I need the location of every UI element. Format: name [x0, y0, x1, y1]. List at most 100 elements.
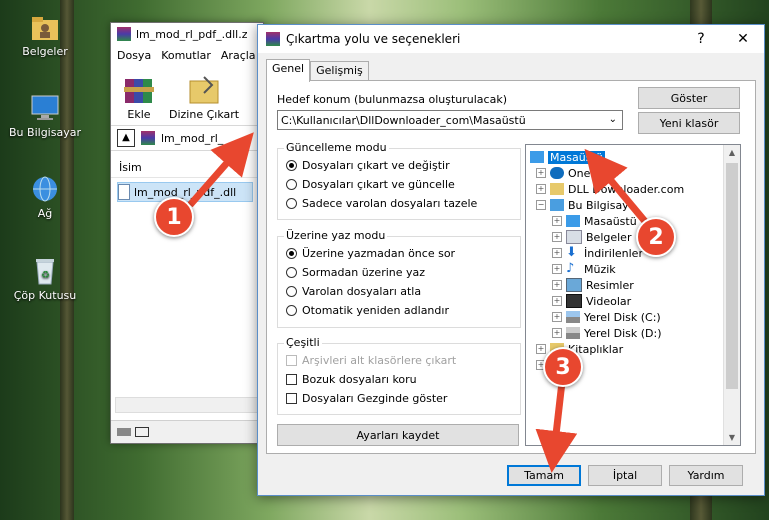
dest-path-combobox[interactable]: C:\Kullanıcılar\DllDownloader_com\Masaüs…	[277, 110, 623, 130]
drive-icon	[566, 311, 580, 323]
tree-node-masaustu-root[interactable]: Masaüstü	[530, 149, 605, 165]
update-option-refresh[interactable]: Sadece varolan dosyaları tazele	[286, 197, 477, 210]
expand-icon[interactable]: +	[552, 232, 562, 242]
dialog-titlebar: Çıkartma yolu ve seçenekleri ? ✕	[258, 25, 764, 53]
update-option-extract-replace[interactable]: Dosyaları çıkart ve değiştir	[286, 159, 450, 172]
close-icon[interactable]: ✕	[722, 31, 764, 47]
documents-icon	[566, 230, 582, 244]
overwrite-option-ask[interactable]: Üzerine yazmadan önce sor	[286, 247, 455, 260]
radio[interactable]	[286, 286, 297, 297]
ok-button[interactable]: Tamam	[507, 465, 581, 486]
expand-icon[interactable]: +	[552, 264, 562, 274]
menu-dosya[interactable]: Dosya	[117, 49, 151, 62]
user-folder-icon	[550, 183, 564, 195]
horizontal-scrollbar[interactable]	[115, 397, 259, 413]
desktop-icon-label: Çöp Kutusu	[13, 289, 77, 302]
scroll-down-icon[interactable]: ▼	[724, 433, 740, 442]
tree-node-resimler[interactable]: + Resimler	[552, 277, 634, 293]
overwrite-option-without-ask[interactable]: Sormadan üzerine yaz	[286, 266, 425, 279]
expand-icon[interactable]: +	[552, 296, 562, 306]
add-button[interactable]: Ekle	[121, 73, 157, 125]
menu-araclar[interactable]: Araçla	[221, 49, 256, 62]
column-header-name[interactable]: İsim	[111, 157, 263, 178]
expand-icon[interactable]: +	[552, 216, 562, 226]
address-text[interactable]: lm_mod_rl_	[161, 132, 223, 145]
tree-node-masaustu[interactable]: + Masaüstü	[552, 213, 637, 229]
tree-node-muzik[interactable]: + ♪ Müzik	[552, 261, 616, 277]
scroll-up-icon[interactable]: ▲	[724, 148, 740, 157]
expand-icon[interactable]: +	[552, 280, 562, 290]
file-name: lm_mod_rl_pdf_.dll	[134, 185, 237, 199]
up-folder-icon[interactable]: ▲	[117, 129, 135, 147]
radio-selected[interactable]	[286, 160, 297, 171]
drive-icon	[566, 327, 580, 339]
winrar-statusbar	[111, 420, 269, 443]
help-button[interactable]: Yardım	[669, 465, 743, 486]
tree-node-label: Müzik	[584, 262, 616, 276]
new-folder-button[interactable]: Yeni klasör	[638, 112, 740, 134]
dest-path-value: C:\Kullanıcılar\DllDownloader_com\Masaüs…	[281, 113, 526, 127]
tree-node-onedrive[interactable]: + OneD	[536, 165, 599, 181]
annotation-badge-3: 3	[543, 347, 583, 387]
tree-node-dll-downloader[interactable]: + DLL Downloader.com	[536, 181, 684, 197]
folder-tree[interactable]: Masaüstü + OneD + DLL Downloader.com − B…	[525, 144, 741, 446]
overwrite-option-skip[interactable]: Varolan dosyaları atla	[286, 285, 421, 298]
radio[interactable]	[286, 305, 297, 316]
tree-node-disk-d[interactable]: + Yerel Disk (D:)	[552, 325, 662, 341]
tree-node-label: Resimler	[586, 278, 634, 292]
desktop-icon-bu-bilgisayar[interactable]: Bu Bilgisayar	[6, 93, 84, 139]
save-settings-button[interactable]: Ayarları kaydet	[277, 424, 519, 446]
tree-node-indirilenler[interactable]: + ⬇ İndirilenler	[552, 245, 643, 261]
radio[interactable]	[286, 198, 297, 209]
radio[interactable]	[286, 179, 297, 190]
extract-to-button[interactable]: Dizine Çıkart	[169, 73, 239, 125]
expand-icon[interactable]: +	[552, 328, 562, 338]
tree-node-videolar[interactable]: + Videolar	[552, 293, 631, 309]
tab-genel[interactable]: Genel	[266, 59, 311, 82]
chevron-down-icon[interactable]: ⌄	[609, 114, 617, 125]
tree-node-disk-c[interactable]: + Yerel Disk (C:)	[552, 309, 661, 325]
collapse-icon[interactable]: −	[536, 200, 546, 210]
option-label: Dosyaları çıkart ve güncelle	[302, 178, 455, 191]
radio[interactable]	[286, 267, 297, 278]
desktop-icon-belgeler[interactable]: Belgeler	[6, 12, 84, 58]
option-label: Bozuk dosyaları koru	[302, 373, 417, 386]
checkbox[interactable]	[286, 374, 297, 385]
desktop-icon-ag[interactable]: Ağ	[6, 174, 84, 220]
annotation-badge-1: 1	[154, 197, 194, 237]
expand-icon[interactable]: +	[552, 248, 562, 258]
folder-extract-icon	[186, 73, 222, 105]
desktop-icon-label: Belgeler	[22, 45, 68, 58]
desktop-icon-cop-kutusu[interactable]: ♻ Çöp Kutusu	[6, 256, 84, 302]
scroll-thumb[interactable]	[726, 163, 738, 389]
archive-books-icon	[121, 73, 157, 105]
tree-node-bu-bilgisayar[interactable]: − Bu Bilgisaya	[536, 197, 635, 213]
expand-icon[interactable]: +	[536, 184, 546, 194]
update-option-extract-update[interactable]: Dosyaları çıkart ve güncelle	[286, 178, 455, 191]
file-row[interactable]: lm_mod_rl_pdf_.dll	[117, 182, 253, 202]
misc-option-subfolders: Arşivleri alt klasörlere çıkart	[286, 354, 456, 367]
winrar-toolbar: Ekle Dizine Çıkart	[111, 65, 263, 126]
update-mode-group: Güncelleme modu Dosyaları çıkart ve deği…	[277, 141, 521, 220]
option-label: Otomatik yeniden adlandır	[302, 304, 449, 317]
expand-icon[interactable]: +	[536, 344, 546, 354]
column-header-label: İsim	[119, 160, 142, 174]
tree-node-belgeler[interactable]: + Belgeler	[552, 229, 631, 245]
radio-selected[interactable]	[286, 248, 297, 259]
show-button[interactable]: Göster	[638, 87, 740, 109]
overwrite-option-rename[interactable]: Otomatik yeniden adlandır	[286, 304, 449, 317]
winrar-icon	[117, 27, 131, 41]
help-icon[interactable]: ?	[680, 31, 722, 47]
desktop-icon-label: Ağ	[37, 207, 53, 220]
option-label: Dosyaları Gezginde göster	[302, 392, 448, 405]
expand-icon[interactable]: +	[552, 312, 562, 322]
menu-komutlar[interactable]: Komutlar	[161, 49, 211, 62]
checkbox[interactable]	[286, 393, 297, 404]
misc-option-keep-broken[interactable]: Bozuk dosyaları koru	[286, 373, 417, 386]
desktop-icon-label: Bu Bilgisayar	[9, 126, 81, 139]
cancel-button[interactable]: İptal	[588, 465, 662, 486]
expand-icon[interactable]: +	[536, 168, 546, 178]
tab-gelismis[interactable]: Gelişmiş	[310, 61, 369, 82]
misc-option-show-explorer[interactable]: Dosyaları Gezginde göster	[286, 392, 447, 405]
tree-vertical-scrollbar[interactable]: ▲ ▼	[723, 145, 740, 445]
